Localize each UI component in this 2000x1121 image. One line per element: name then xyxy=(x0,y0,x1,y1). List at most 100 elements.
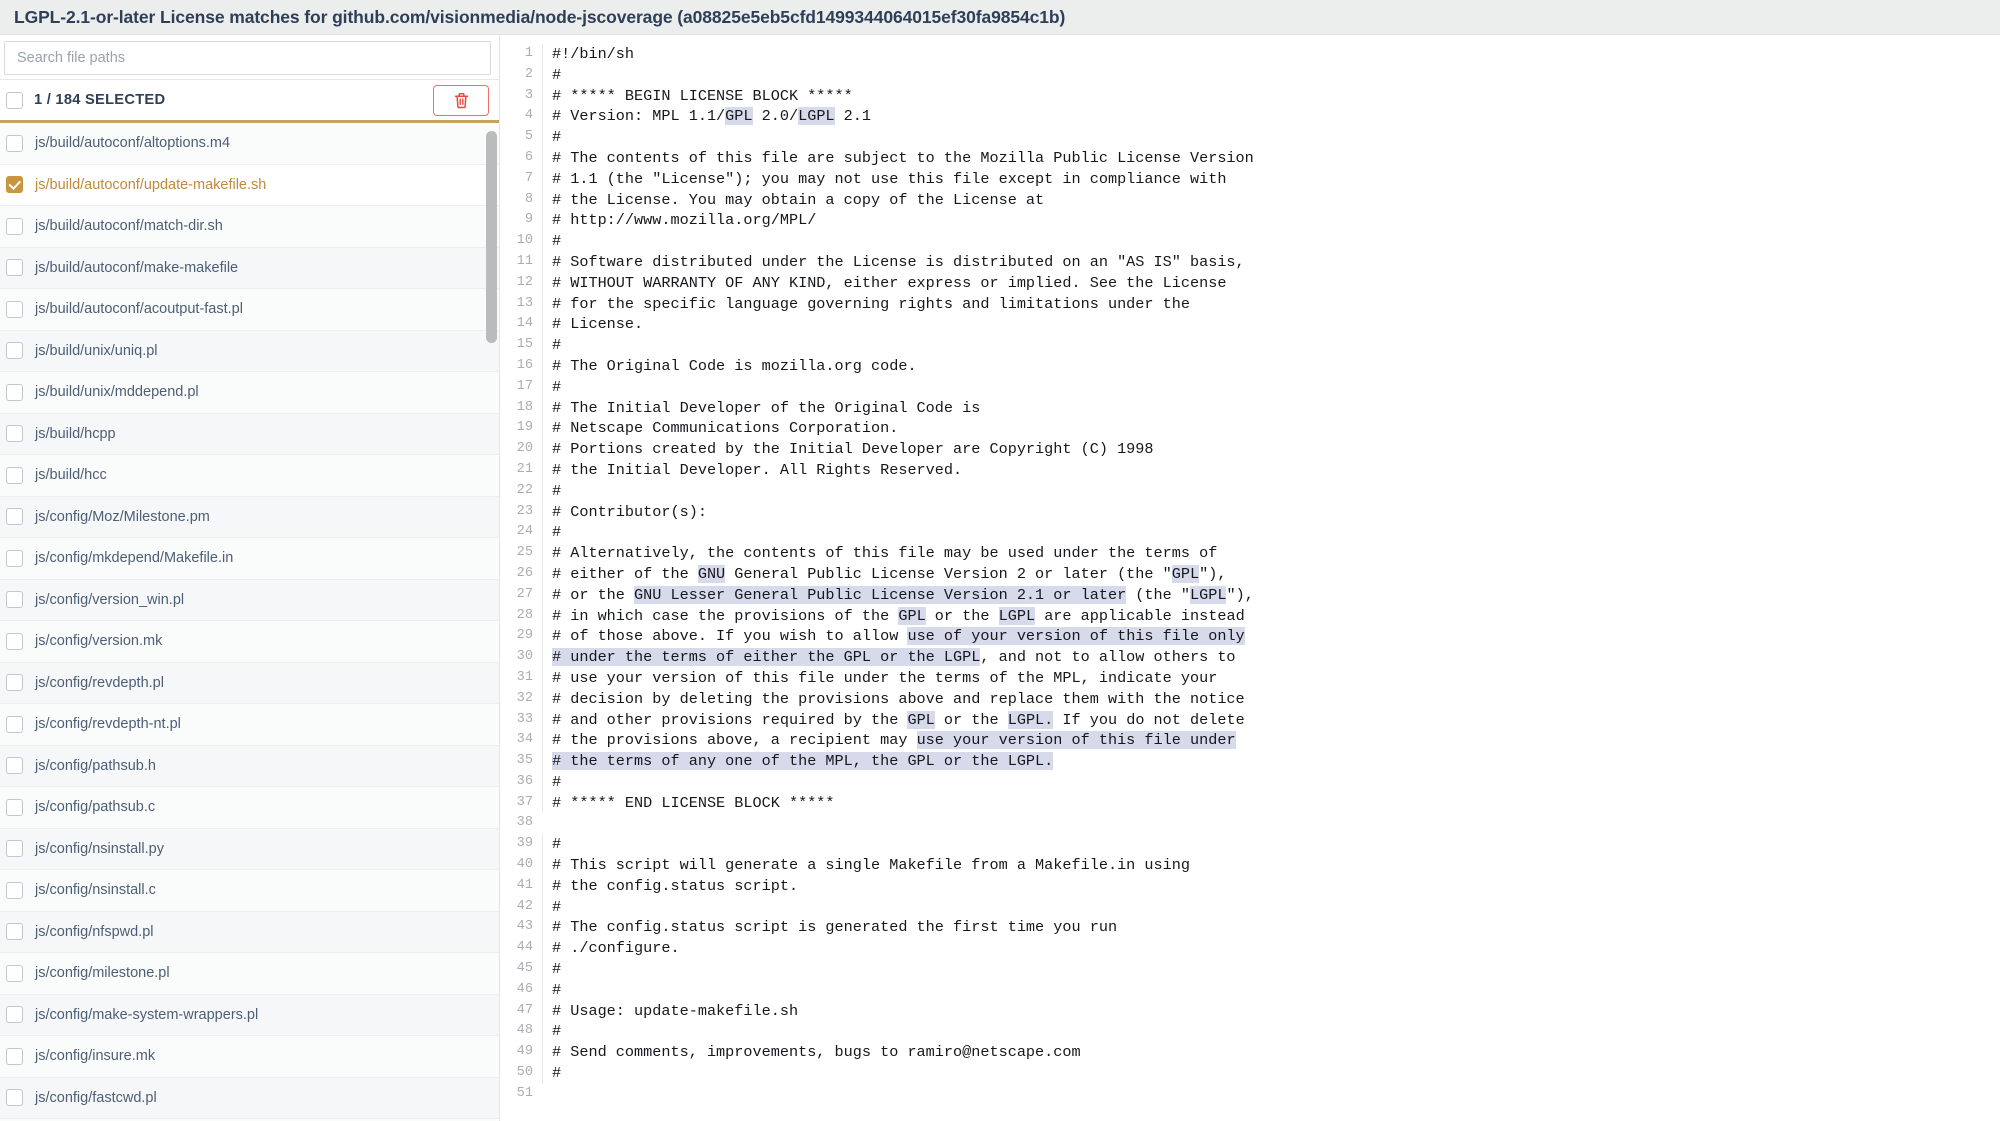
list-item[interactable]: js/config/nfspwd.pl xyxy=(0,911,499,953)
code-text: # This script will generate a single Mak… xyxy=(552,856,1190,875)
line-number: 32 xyxy=(516,690,533,706)
line-content: # Alternatively, the contents of this fi… xyxy=(542,543,2000,564)
line-number: 29 xyxy=(516,628,533,644)
search-input[interactable] xyxy=(4,41,491,75)
file-path-label: js/config/milestone.pl xyxy=(35,965,170,982)
file-path-list[interactable]: js/build/autoconf/altoptions.m4 js/build/… xyxy=(0,123,499,1121)
file-checkbox[interactable] xyxy=(6,134,23,152)
license-match-highlight: GPL xyxy=(898,606,926,625)
file-path-label: js/build/unix/mddepend.pl xyxy=(35,384,199,401)
line-number: 50 xyxy=(516,1065,533,1081)
code-text: # The Initial Developer of the Original … xyxy=(552,398,981,417)
file-checkbox[interactable] xyxy=(6,217,23,235)
list-item[interactable]: js/build/unix/mddepend.pl xyxy=(0,372,499,414)
line-number: 10 xyxy=(516,233,533,249)
code-line: 50 # xyxy=(500,1063,2000,1084)
file-checkbox[interactable] xyxy=(6,508,23,526)
file-checkbox[interactable] xyxy=(6,632,23,650)
list-item[interactable]: js/build/hcpp xyxy=(0,413,499,455)
line-number: 11 xyxy=(516,253,533,269)
line-content: # Send comments, improvements, bugs to r… xyxy=(542,1042,2000,1064)
list-item[interactable]: js/build/autoconf/acoutput-fast.pl xyxy=(0,289,499,331)
code-line: 49 # Send comments, improvements, bugs to… xyxy=(500,1042,2000,1064)
code-line: 44 # ./configure. xyxy=(500,938,2000,960)
list-item[interactable]: js/config/pathsub.c xyxy=(0,787,499,829)
delete-selected-button[interactable] xyxy=(433,84,489,116)
file-checkbox[interactable] xyxy=(6,1006,23,1024)
code-line: 13 # for the specific language governing … xyxy=(500,293,2000,315)
file-checkbox[interactable] xyxy=(6,964,23,982)
line-number: 47 xyxy=(516,1002,533,1018)
list-item[interactable]: js/config/Moz/Milestone.pm xyxy=(0,496,499,538)
code-text: # Software distributed under the License… xyxy=(552,252,1245,271)
code-text: # Version: MPL 1.1/ xyxy=(552,107,726,126)
code-line: 31 # use your version of this file under … xyxy=(500,667,2000,689)
trash-icon xyxy=(454,92,469,109)
list-item[interactable]: js/config/version_win.pl xyxy=(0,579,499,621)
file-checkbox[interactable] xyxy=(6,1089,23,1107)
list-item[interactable]: js/config/nsinstall.py xyxy=(0,828,499,870)
license-match-highlight: GPL xyxy=(907,710,935,729)
file-checkbox[interactable] xyxy=(6,674,23,692)
list-item[interactable]: js/config/version.mk xyxy=(0,621,499,663)
code-line: 2 # xyxy=(500,64,2000,86)
list-item[interactable]: js/config/mkdepend/Makefile.in xyxy=(0,538,499,580)
file-path-label: js/config/Moz/Milestone.pm xyxy=(35,508,210,525)
select-all-checkbox[interactable] xyxy=(6,91,23,109)
license-match-highlight: LGPL xyxy=(1190,585,1227,604)
list-item[interactable]: js/config/pathsub.h xyxy=(0,745,499,787)
file-checkbox[interactable] xyxy=(6,300,23,318)
file-checkbox[interactable] xyxy=(6,798,23,816)
code-line: 16 # The Original Code is mozilla.org cod… xyxy=(500,355,2000,377)
line-content: # the License. You may obtain a copy of … xyxy=(542,189,2000,211)
file-checkbox[interactable] xyxy=(6,383,23,401)
list-item[interactable]: js/build/autoconf/match-dir.sh xyxy=(0,206,499,248)
file-checkbox[interactable] xyxy=(6,881,23,899)
line-number: 37 xyxy=(516,794,533,810)
line-number: 8 xyxy=(524,191,533,207)
file-checkbox[interactable] xyxy=(6,715,23,733)
list-item[interactable]: js/build/autoconf/altoptions.m4 xyxy=(0,123,499,165)
line-number: 9 xyxy=(524,212,533,228)
line-content: # the terms of any one of the MPL, the G… xyxy=(542,751,2000,772)
main-split: 1 / 184 SELECTED js/build/autoconf/altop… xyxy=(0,35,2000,1121)
file-checkbox[interactable] xyxy=(6,757,23,775)
source-code-viewer[interactable]: 1 #!/bin/sh 2 #3 # ***** BEGIN LICENSE BLOCK… xyxy=(500,35,2000,1121)
list-item[interactable]: js/config/insure.mk xyxy=(0,1036,499,1078)
file-checkbox[interactable] xyxy=(6,549,23,567)
license-match-highlight: LGPL xyxy=(798,107,835,126)
list-item[interactable]: js/build/autoconf/update-makefile.sh xyxy=(0,164,499,206)
file-checkbox[interactable] xyxy=(6,840,23,858)
list-item[interactable]: js/config/make-system-wrappers.pl xyxy=(0,994,499,1036)
file-checkbox[interactable] xyxy=(6,342,23,360)
line-number: 1 xyxy=(524,46,533,61)
file-checkbox[interactable] xyxy=(6,923,23,941)
list-item[interactable]: js/config/milestone.pl xyxy=(0,953,499,995)
list-item[interactable]: js/build/autoconf/make-makefile xyxy=(0,247,499,289)
code-text: # xyxy=(552,377,562,396)
file-checkbox[interactable] xyxy=(6,1047,23,1065)
line-content: # xyxy=(542,959,2000,980)
code-line: 23 # Contributor(s): xyxy=(500,501,2000,523)
file-checkbox[interactable] xyxy=(6,591,23,609)
code-line: 26 # either of the GNU General Public Lic… xyxy=(500,563,2000,585)
file-checkbox[interactable] xyxy=(6,466,23,484)
list-item[interactable]: js/config/revdepth.pl xyxy=(0,662,499,704)
line-content: # and other provisions required by the G… xyxy=(542,709,2000,731)
code-text: # xyxy=(552,1064,562,1083)
code-text: # for the specific language governing ri… xyxy=(552,294,1190,313)
file-checkbox[interactable] xyxy=(6,176,23,194)
line-content: # Contributor(s): xyxy=(542,501,2000,523)
list-item[interactable]: js/build/unix/uniq.pl xyxy=(0,330,499,372)
code-text: # Contributor(s): xyxy=(552,502,707,521)
file-checkbox[interactable] xyxy=(6,259,23,277)
file-list-scrollbar[interactable] xyxy=(486,125,497,1119)
list-item[interactable]: js/config/fastcwd.pl xyxy=(0,1077,499,1119)
code-line: 27 # or the GNU Lesser General Public Lic… xyxy=(500,584,2000,606)
list-item[interactable]: js/config/nsinstall.c xyxy=(0,870,499,912)
code-text: "), xyxy=(1199,564,1227,583)
list-item[interactable]: js/config/revdepth-nt.pl xyxy=(0,704,499,746)
file-checkbox[interactable] xyxy=(6,425,23,443)
file-list-scrollbar-thumb[interactable] xyxy=(486,131,497,343)
list-item[interactable]: js/build/hcc xyxy=(0,455,499,497)
